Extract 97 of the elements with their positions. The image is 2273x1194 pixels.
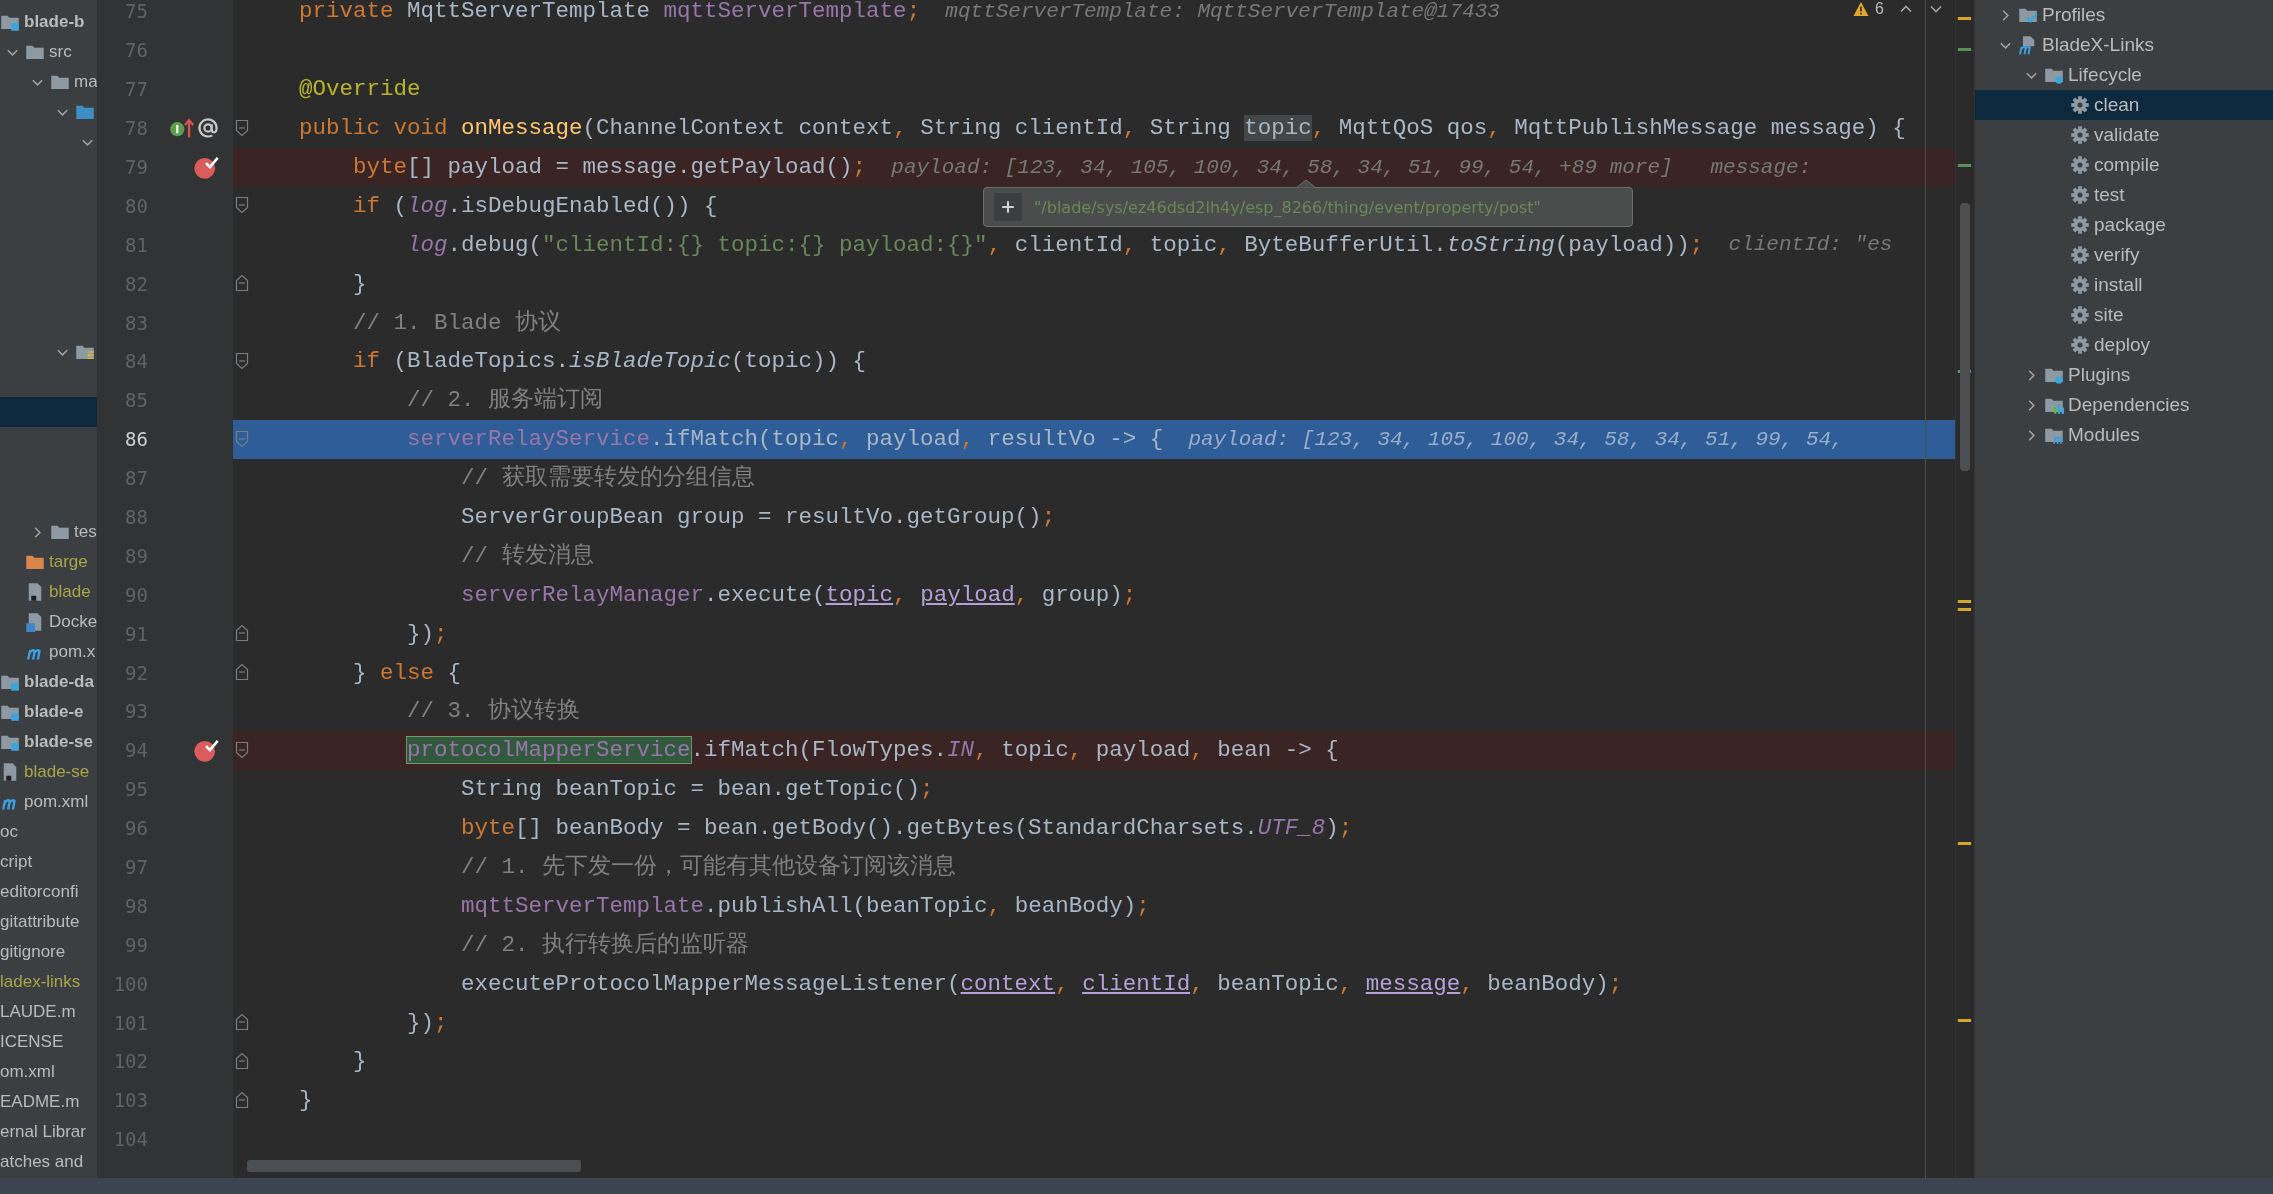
warning-count: 6 — [1875, 0, 1884, 18]
code-line: // 1. Blade 协议 — [353, 308, 562, 338]
code-line: serverRelayManager.execute(topic, payload, group); — [461, 580, 1137, 610]
at-sign-icon[interactable] — [197, 117, 219, 140]
breakpoint-icon[interactable] — [193, 154, 219, 180]
tree-item[interactable]: Plugins — [2068, 364, 2131, 386]
inline-debug-value: payload: [123, 34, 105, 100, 34, 58, 34, 51, 99, 54, — [1188, 427, 1844, 451]
tree-item[interactable]: site — [2094, 304, 2124, 326]
code-line: // 3. 协议转换 — [407, 696, 581, 727]
code-line: if (BladeTopics.isBladeTopic(topic)) { — [353, 347, 867, 377]
tree-item[interactable]: targe — [49, 551, 88, 573]
tree-item[interactable]: blade-b — [24, 11, 85, 33]
tree-item[interactable]: Modules — [2068, 424, 2140, 446]
fold-marker-icon[interactable] — [235, 352, 249, 370]
implementation-marker-icon[interactable] — [169, 117, 195, 140]
tooltip-text: "/blade/sys/ez46dsd2lh4y/esp_8266/thing/event/property/post" — [1034, 197, 1541, 217]
tree-item[interactable]: src — [49, 41, 72, 63]
tree-item[interactable]: Profiles — [2042, 4, 2106, 26]
tree-item[interactable]: pom.x — [49, 641, 96, 663]
code-line: ServerGroupBean group = resultVo.getGroup(); — [461, 503, 1056, 532]
code-line: // 获取需要转发的分组信息 — [461, 464, 755, 494]
fold-marker-icon[interactable] — [235, 274, 249, 293]
code-line: byte[] payload = message.getPayload(); — [353, 153, 867, 182]
tree-item[interactable]: om.xml — [0, 1061, 55, 1083]
inline-debug-value: mqttServerTemplate: MqttServerTemplate@17433 — [945, 0, 1500, 23]
fold-marker-icon[interactable] — [235, 624, 249, 643]
warning-icon[interactable] — [1853, 1, 1870, 17]
horizontal-scrollbar[interactable] — [247, 1160, 581, 1172]
tree-item[interactable]: Lifecycle — [2068, 64, 2142, 86]
code-line: } — [299, 1086, 313, 1116]
tree-item[interactable]: deploy — [2094, 334, 2150, 356]
tree-item[interactable]: BladeX-Links — [2042, 34, 2154, 56]
inline-debug-value: message: — [1710, 155, 1812, 179]
code-line: mqttServerTemplate.publishAll(beanTopic, beanBody); — [461, 891, 1150, 921]
code-line: } — [353, 1047, 367, 1077]
tree-item[interactable]: verify — [2094, 244, 2140, 266]
fold-marker-icon[interactable] — [235, 118, 249, 137]
tree-item[interactable]: Dependencies — [2068, 394, 2190, 416]
tree-item[interactable]: ernal Librar — [0, 1121, 86, 1143]
breakpoint-icon[interactable] — [193, 737, 219, 764]
code-line: log.debug("clientId:{} topic:{} payload:{}", clientId, topic, ByteBufferUtil.toString(payload)); — [407, 230, 1704, 260]
tree-item[interactable]: blade — [49, 581, 91, 603]
fold-marker-icon[interactable] — [235, 740, 249, 759]
tree-item[interactable]: blade-se — [24, 761, 90, 783]
tree-item[interactable]: blade-da — [24, 671, 94, 693]
expand-button[interactable] — [994, 193, 1022, 221]
tree-item[interactable]: EADME.m — [0, 1091, 80, 1113]
selected-tree-row[interactable]: clean — [1975, 90, 2273, 120]
tree-item[interactable]: gitignore — [0, 941, 66, 963]
fold-marker-icon[interactable] — [235, 196, 249, 215]
line-number: 86 — [124, 428, 148, 451]
tree-item[interactable]: ICENSE — [0, 1031, 64, 1053]
plus-icon — [1001, 200, 1015, 214]
code-line: // 转发消息 — [461, 541, 594, 571]
tree-item[interactable]: oc — [0, 821, 18, 843]
tree-item[interactable]: tes — [74, 521, 97, 543]
tree-item[interactable]: blade-se — [24, 731, 93, 753]
tree-item[interactable]: ladex-links — [0, 971, 81, 993]
tree-item[interactable]: install — [2094, 274, 2143, 296]
code-line: private MqttServerTemplate mqttServerTemplate; — [299, 0, 921, 27]
tree-item[interactable]: Docke — [49, 611, 97, 633]
tree-item[interactable]: editorconfi — [0, 881, 79, 903]
code-line: // 2. 服务端订阅 — [407, 386, 604, 416]
tree-item[interactable]: LAUDE.m — [0, 1001, 76, 1023]
fold-marker-icon[interactable] — [235, 1090, 249, 1109]
code-line: protocolMapperService.ifMatch(FlowTypes.IN, topic, payload, bean -> { — [407, 736, 1339, 766]
tree-item[interactable]: cript — [0, 851, 33, 873]
code-line: @Override — [299, 75, 421, 105]
code-line: serverRelayService.ifMatch(topic, payload, resultVo -> { — [407, 425, 1164, 455]
inline-debug-value: clientId: "es — [1728, 233, 1893, 257]
code-line: // 2. 执行转换后的监听器 — [461, 930, 750, 960]
code-line: } — [353, 269, 367, 299]
fold-marker-icon[interactable] — [235, 429, 249, 448]
code-line: String beanTopic = bean.getTopic(); — [461, 775, 934, 805]
tree-item[interactable]: package — [2094, 214, 2166, 236]
inline-debug-value: payload: [123, 34, 105, 100, 34, 58, 34, 51, 99, 54, +89 more] — [891, 155, 1673, 179]
tree-item[interactable]: pom.xml — [24, 791, 89, 813]
code-line: public void onMessage(ChannelContext context, String clientId, String topic, MqttQoS qos, MqttPublishMessage message) { — [299, 114, 1906, 144]
code-line: byte[] beanBody = bean.getBody().getBytes(StandardCharsets.UTF_8); — [461, 814, 1353, 844]
code-line: if (log.isDebugEnabled()) { — [353, 191, 718, 221]
fold-marker-icon[interactable] — [235, 1052, 249, 1071]
tree-item[interactable]: clean — [2094, 94, 2140, 116]
tree-item[interactable]: atches and — [0, 1151, 84, 1173]
vertical-scrollbar[interactable] — [1960, 203, 1970, 471]
code-line: }); — [407, 619, 448, 649]
tree-item[interactable]: compile — [2094, 154, 2160, 176]
tree-item[interactable]: blade-e — [24, 701, 84, 723]
code-line: // 1. 先下发一份，可能有其他设备订阅该消息 — [461, 852, 957, 883]
tree-item[interactable]: validate — [2094, 124, 2160, 146]
fold-marker-icon[interactable] — [235, 663, 249, 682]
tree-item[interactable]: ma — [74, 71, 97, 93]
tree-item[interactable]: test — [2094, 184, 2125, 206]
code-line: }); — [407, 1008, 448, 1038]
code-line: } else { — [353, 658, 462, 688]
code-line: executeProtocolMapperMessageListener(context, clientId, beanTopic, message, beanBody); — [461, 969, 1623, 999]
tree-item[interactable]: gitattribute — [0, 911, 80, 933]
fold-marker-icon[interactable] — [235, 1013, 249, 1032]
